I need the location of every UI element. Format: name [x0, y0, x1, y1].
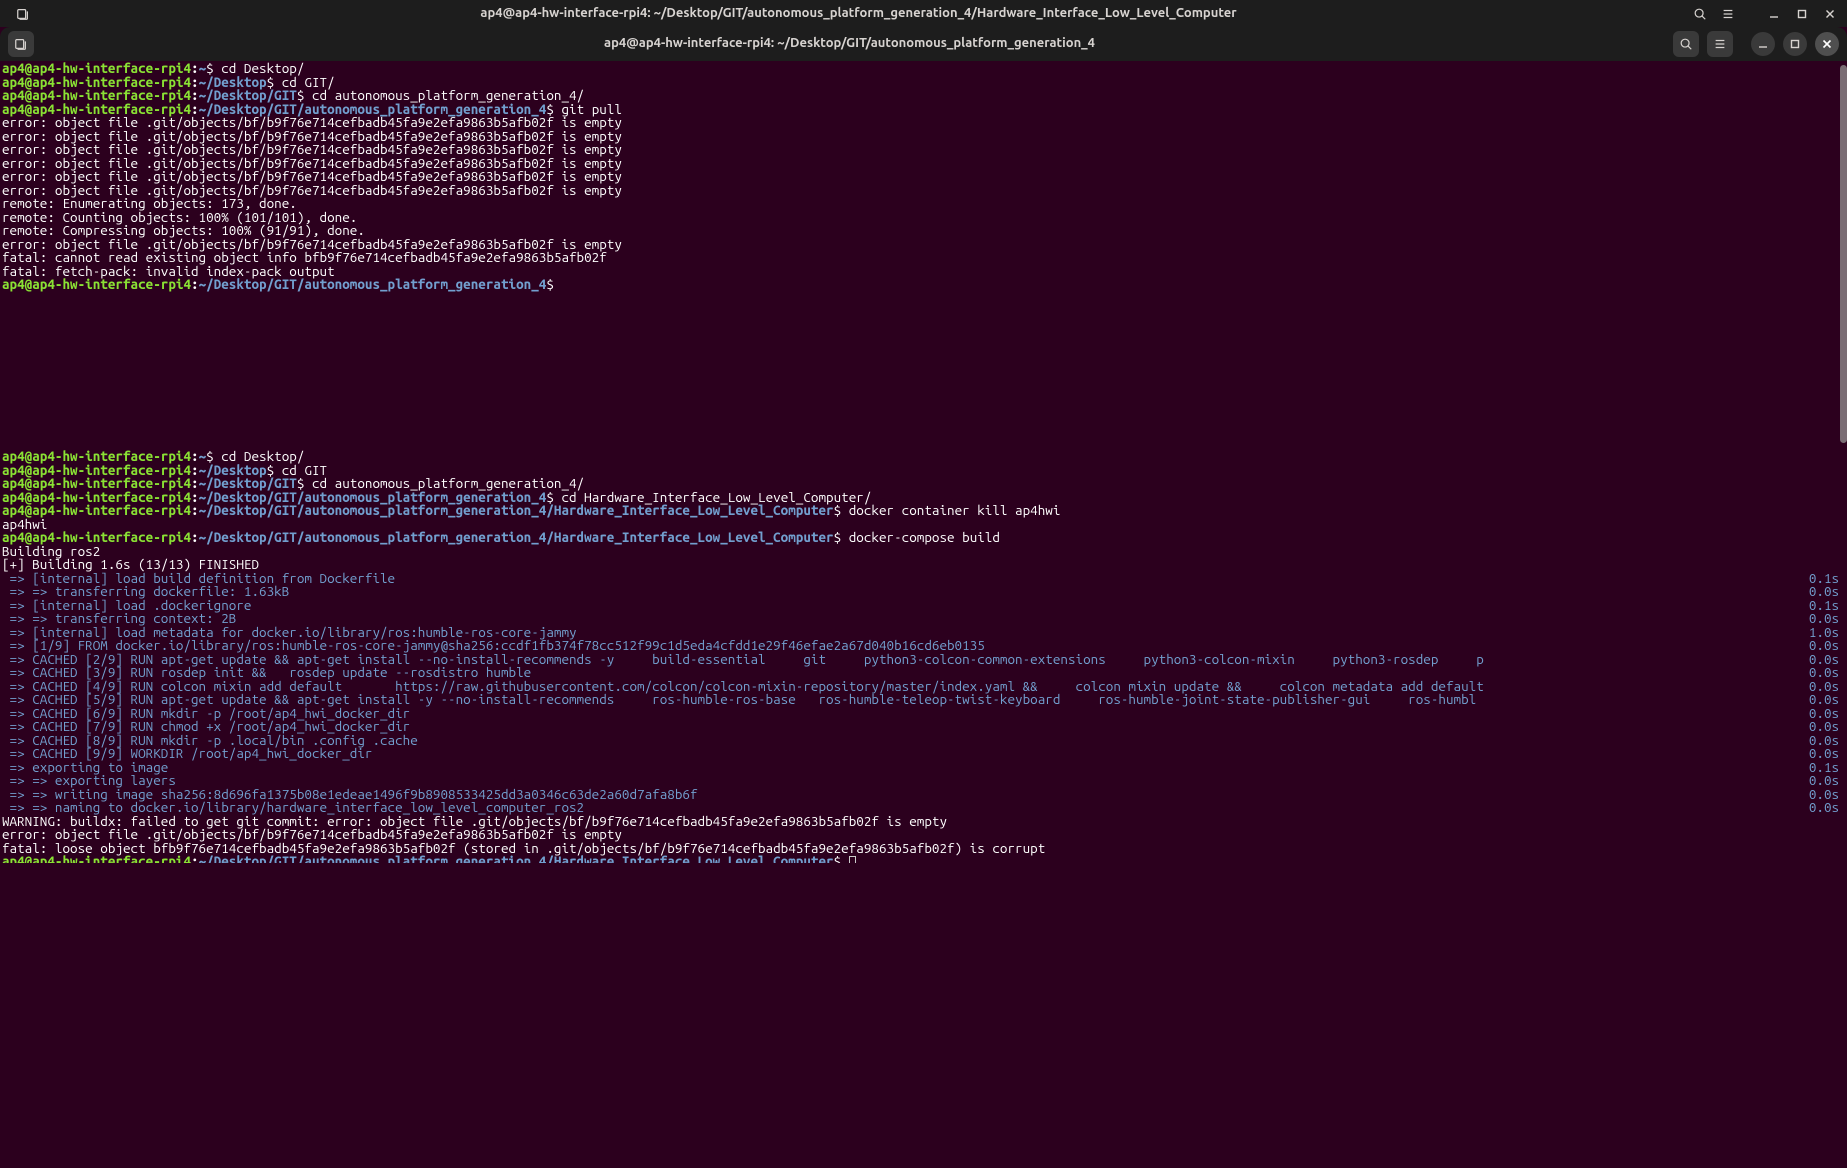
outer-close-button[interactable] — [1819, 3, 1841, 25]
lower-terminal[interactable]: ap4@ap4-hw-interface-rpi4:~$ cd Desktop/… — [0, 449, 1847, 863]
new-tab-icon[interactable] — [12, 3, 34, 25]
search-icon[interactable] — [1673, 31, 1699, 57]
inner-window-titlebar: ap4@ap4-hw-interface-rpi4: ~/Desktop/GIT… — [0, 27, 1847, 61]
hamburger-menu-icon[interactable] — [1707, 31, 1733, 57]
inner-minimize-button[interactable] — [1751, 32, 1775, 56]
scrollbar[interactable] — [1840, 65, 1847, 443]
inner-close-button[interactable] — [1815, 32, 1839, 56]
hamburger-menu-icon[interactable] — [1717, 3, 1739, 25]
new-tab-icon[interactable] — [8, 31, 34, 57]
upper-terminal[interactable]: ap4@ap4-hw-interface-rpi4:~$ cd Desktop/… — [0, 61, 1847, 449]
outer-minimize-button[interactable] — [1763, 3, 1785, 25]
inner-maximize-button[interactable] — [1783, 32, 1807, 56]
outer-window-title: ap4@ap4-hw-interface-rpi4: ~/Desktop/GIT… — [34, 7, 1683, 21]
inner-window-title: ap4@ap4-hw-interface-rpi4: ~/Desktop/GIT… — [34, 37, 1665, 51]
outer-maximize-button[interactable] — [1791, 3, 1813, 25]
outer-window-titlebar: ap4@ap4-hw-interface-rpi4: ~/Desktop/GIT… — [0, 0, 1847, 27]
search-icon[interactable] — [1689, 3, 1711, 25]
